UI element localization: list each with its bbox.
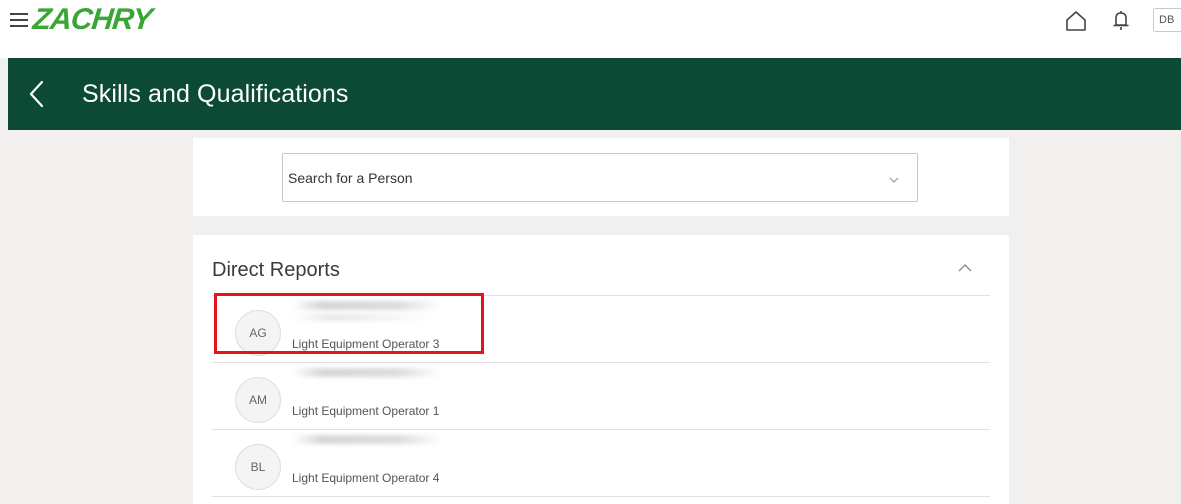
direct-report-row[interactable]: AG Light Equipment Operator 3 [212, 296, 990, 362]
job-title: Light Equipment Operator 3 [292, 337, 440, 351]
chevron-up-icon[interactable] [956, 261, 974, 273]
user-avatar[interactable]: DB [1153, 8, 1181, 32]
job-title: Light Equipment Operator 1 [292, 404, 440, 418]
avatar: BL [235, 444, 281, 490]
bell-icon[interactable] [1108, 8, 1134, 34]
redacted-detail [292, 314, 432, 321]
redacted-name [292, 368, 442, 377]
direct-report-row[interactable]: AM Light Equipment Operator 1 [212, 363, 990, 429]
top-bar: ZACHRY DB [0, 0, 1181, 58]
redacted-name [292, 435, 442, 444]
job-title: Light Equipment Operator 4 [292, 471, 440, 485]
direct-report-row[interactable]: BL Light Equipment Operator 4 [212, 430, 990, 496]
avatar: AG [235, 310, 281, 356]
search-card [193, 138, 1009, 216]
chevron-down-icon[interactable] [887, 172, 901, 183]
home-icon[interactable] [1063, 8, 1089, 34]
divider [212, 496, 990, 497]
direct-reports-title: Direct Reports [212, 259, 340, 281]
zachry-logo[interactable]: ZACHRY [31, 3, 153, 37]
person-search-input[interactable] [288, 154, 868, 201]
hamburger-menu-icon[interactable] [10, 12, 30, 28]
chevron-left-icon[interactable] [26, 78, 48, 110]
left-gutter [0, 58, 8, 504]
avatar: AM [235, 377, 281, 423]
person-search-field[interactable] [282, 153, 918, 202]
page-title: Skills and Qualifications [82, 80, 349, 108]
redacted-name [292, 301, 442, 310]
page-header: Skills and Qualifications [8, 58, 1181, 130]
direct-reports-card: Direct Reports AG Light Equipment Operat… [193, 235, 1009, 504]
